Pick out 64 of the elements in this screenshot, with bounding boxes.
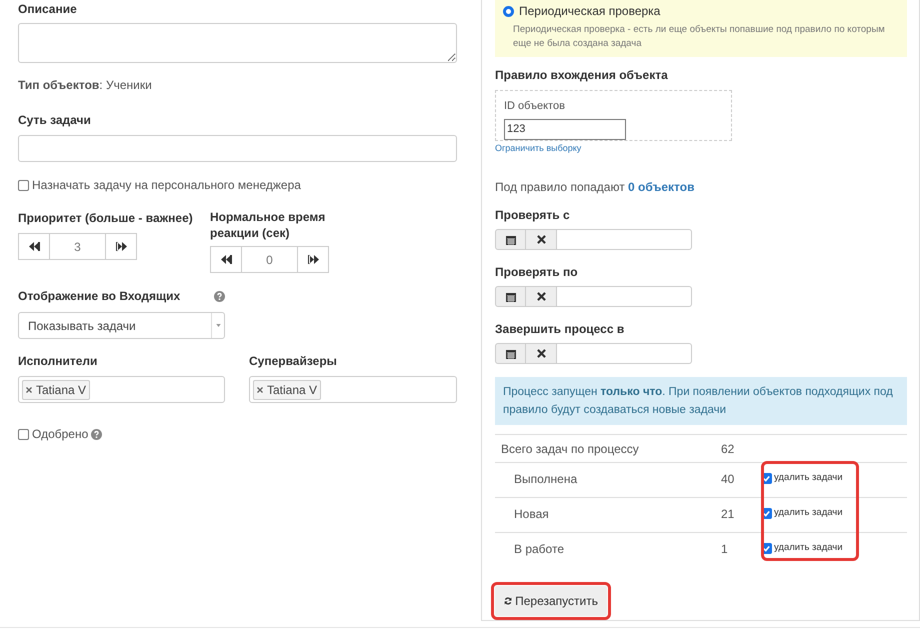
inbox-display-select[interactable]: Показывать задачи — [18, 312, 225, 339]
field-label: Правило вхождения объекта — [495, 67, 669, 84]
table-cell-text: 21 — [721, 506, 736, 523]
field-label: Проверять с — [495, 207, 571, 224]
calendar-icon — [506, 234, 516, 244]
field-label: Отображение во Входящих — [18, 288, 180, 305]
calendar-icon — [506, 348, 516, 358]
tag-label: Tatiana V — [36, 382, 86, 398]
field-label: Супервайзеры — [249, 353, 338, 370]
calendar-button[interactable] — [495, 229, 526, 250]
field-label: Исполнители — [18, 353, 98, 370]
checkbox-label: удалить задачи — [774, 541, 843, 555]
clear-button[interactable] — [526, 286, 557, 307]
match-count-text: Под правило попадают 0 объектов — [495, 179, 696, 196]
hint-text: Периодическая проверка - есть ли еще объекты попавшие под правило по которым еще не была создана задача — [512, 23, 886, 51]
radio-button[interactable] — [503, 6, 514, 16]
radio-label: Периодическая проверка — [519, 3, 660, 20]
field-label: Нормальное время реакции (сек) — [210, 209, 326, 241]
close-icon — [536, 235, 546, 244]
description-field[interactable] — [18, 23, 457, 63]
tag-field[interactable]: Tatiana V — [18, 376, 225, 403]
tag-label: Tatiana V — [267, 382, 318, 398]
checkbox-label: Одобрено — [32, 426, 88, 443]
field-label: Суть задачи — [18, 112, 92, 129]
clear-button[interactable] — [526, 343, 557, 364]
checkbox-label: удалить задачи — [774, 471, 843, 485]
table-cell-text: 1 — [721, 541, 729, 558]
field-label: Завершить процесс в — [495, 321, 626, 338]
calendar-button[interactable] — [495, 343, 526, 364]
checkbox[interactable] — [18, 180, 29, 190]
date-field[interactable] — [557, 229, 692, 250]
tag-field[interactable]: Tatiana V — [249, 376, 457, 403]
table-cell-text: Новая — [513, 506, 550, 523]
close-icon — [536, 292, 546, 301]
calendar-button[interactable] — [495, 286, 526, 307]
restart-button[interactable]: Перезапустить — [495, 586, 607, 616]
object-type-text: Тип объектов: Ученики — [18, 77, 153, 94]
field-label: Приоритет (больше - важнее) — [18, 210, 194, 227]
info-message: Процесс запущен только что. При появлении объектов подходящих под правило будут создаваться новые задачи — [495, 377, 907, 425]
object-id-field[interactable]: 123 — [504, 118, 626, 140]
clear-button[interactable] — [526, 229, 557, 250]
field-label: Описание — [18, 1, 78, 18]
task-essence-field[interactable] — [18, 135, 457, 162]
help-icon[interactable] — [214, 290, 225, 302]
checkbox-label: Назначать задачу на персонального менеджера — [32, 177, 301, 194]
object-count-link[interactable]: 0 объектов — [628, 180, 694, 194]
field-label: Проверять по — [495, 264, 579, 281]
remove-icon[interactable] — [26, 386, 32, 392]
calendar-icon — [506, 292, 516, 302]
close-icon — [536, 349, 546, 358]
remove-icon[interactable] — [257, 386, 263, 392]
checkbox[interactable] — [18, 428, 29, 440]
table-cell-text: 40 — [721, 471, 736, 488]
date-field[interactable] — [557, 286, 692, 307]
table-cell-text: В работе — [513, 541, 566, 558]
table-cell-text: Выполнена — [513, 471, 578, 488]
table-cell-text: 62 — [721, 440, 734, 458]
checkbox-label: удалить задачи — [774, 506, 843, 520]
field-label: ID объектов — [504, 99, 566, 114]
help-icon[interactable] — [91, 428, 102, 440]
limit-selection-link[interactable]: Ограничить выборку — [495, 142, 582, 155]
date-field[interactable] — [557, 343, 692, 364]
refresh-icon — [504, 596, 512, 606]
table-cell-text: Всего задач по процессу — [500, 440, 640, 458]
